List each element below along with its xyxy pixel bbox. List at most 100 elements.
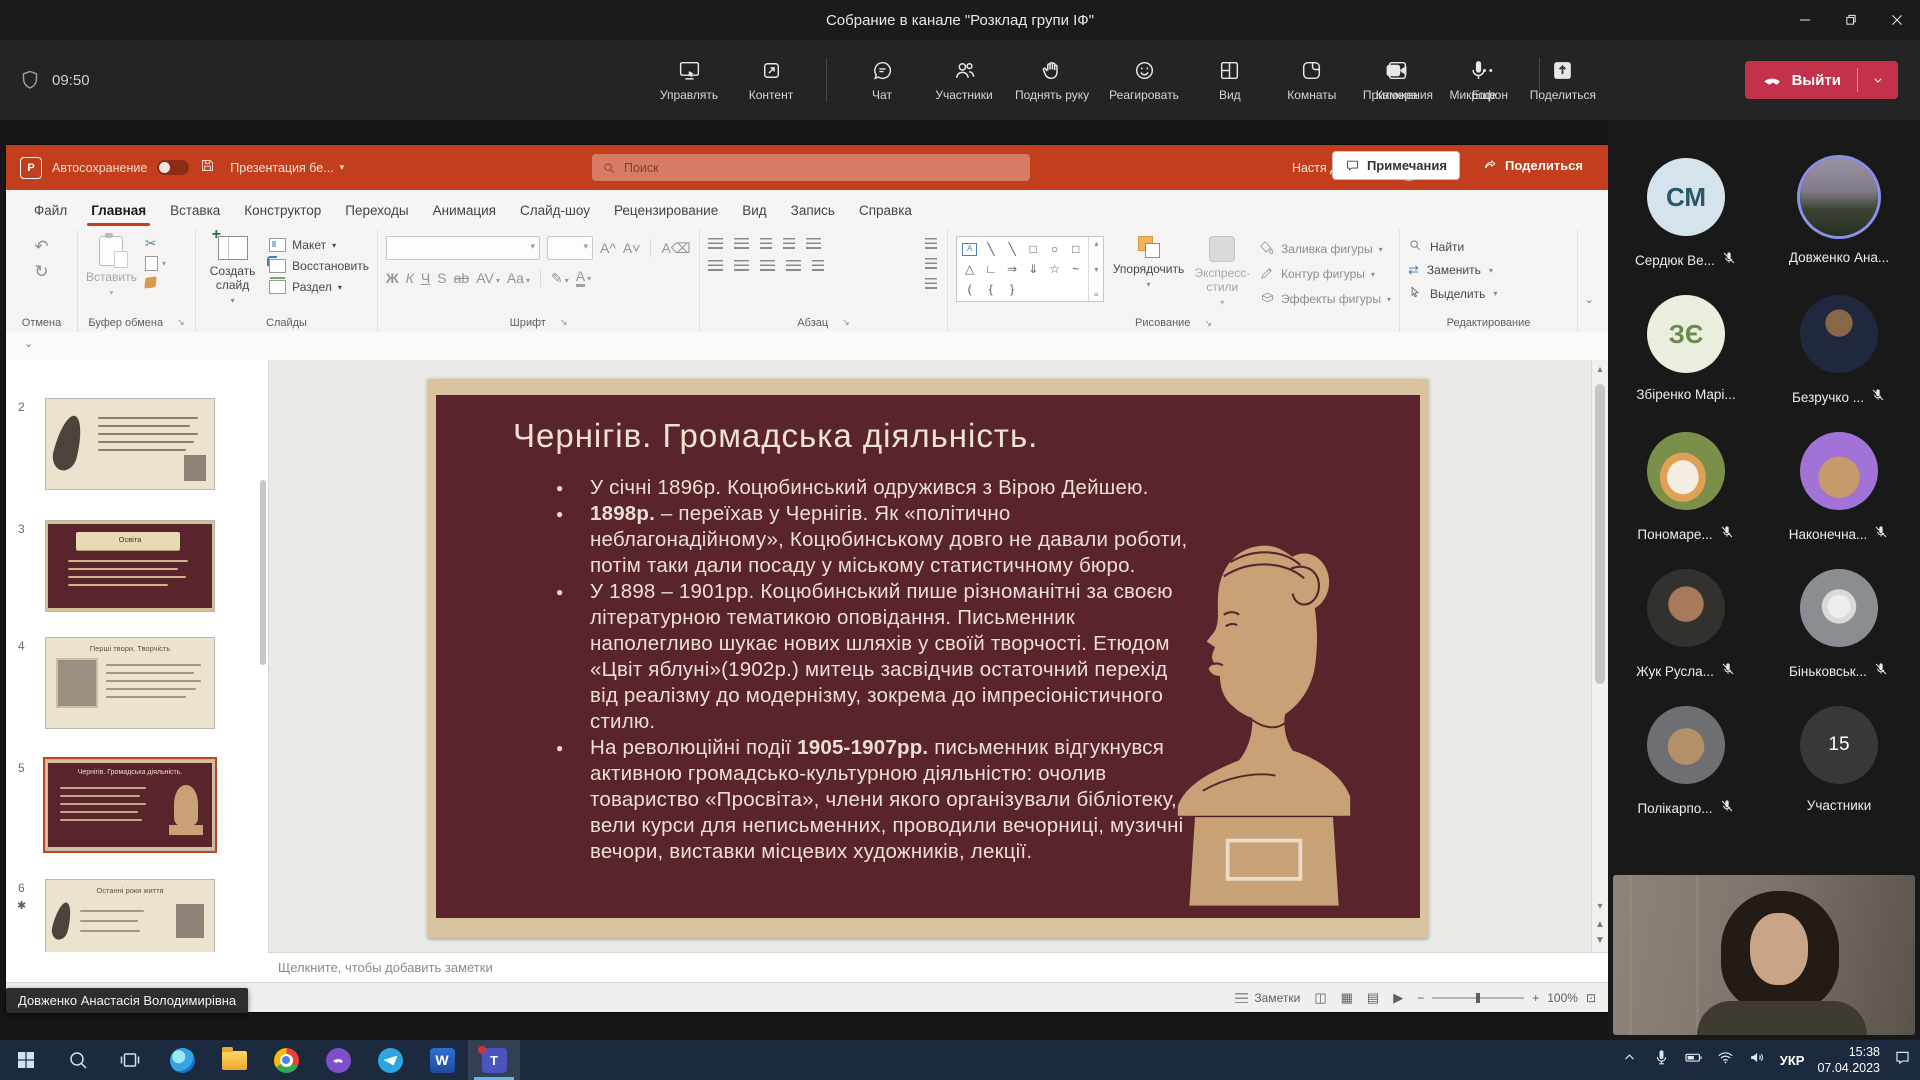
participant-tile[interactable]: СМСердюк Ве... [1611, 150, 1761, 287]
scroll-up-icon[interactable]: ▴ [1592, 364, 1608, 375]
search-input[interactable]: Поиск [592, 154, 1030, 181]
shape-outline-button[interactable]: Контур фигуры▾ [1260, 265, 1375, 283]
slide-thumbnail[interactable]: Перші твори. Творчість [45, 637, 215, 729]
shape-icon[interactable]: □ [1030, 243, 1037, 255]
dialog-launcher-icon[interactable]: ↘ [560, 317, 568, 328]
scrollbar-thumb[interactable] [1595, 384, 1605, 684]
search-icon[interactable] [52, 1040, 104, 1080]
chevron-down-icon[interactable]: ⌄ [24, 337, 33, 350]
normal-view-icon[interactable]: ◫ [1314, 990, 1326, 1006]
font-name-select[interactable] [386, 236, 540, 260]
shape-icon[interactable]: △ [965, 263, 974, 275]
autosave-toggle[interactable] [157, 160, 189, 175]
slide-scrollbar[interactable]: ▴ ▾ ▲ ▼ [1591, 360, 1608, 952]
previous-slide-icon[interactable]: ▲ [1592, 919, 1608, 930]
underline-icon[interactable]: Ч [421, 271, 430, 285]
columns-icon[interactable] [812, 260, 824, 272]
select-button[interactable]: Выделить▾ [1408, 285, 1497, 302]
tray-wifi-icon[interactable] [1716, 1048, 1735, 1072]
tab-7[interactable]: Рецензирование [602, 190, 730, 230]
participant-tile[interactable]: Біньковськ... [1764, 561, 1914, 698]
toolbar-react[interactable]: Реагировать [1103, 44, 1185, 116]
slide-thumbnail[interactable] [45, 398, 215, 490]
align-text-icon[interactable] [925, 258, 937, 270]
font-color-icon[interactable]: А▾ [576, 269, 591, 287]
zoom-out-icon[interactable]: − [1417, 991, 1424, 1005]
scroll-down-icon[interactable]: ▾ [1592, 901, 1608, 912]
paste-button[interactable]: Вставить ▾ [86, 236, 137, 297]
slide-thumbnail[interactable]: Чернігів. Громадська діяльність. [45, 759, 215, 851]
quick-styles-button[interactable]: Экспресс-стили ▾ [1193, 236, 1252, 307]
cut-icon[interactable]: ✂ [145, 236, 157, 250]
shape-icon[interactable]: } [1010, 283, 1014, 295]
participant-tile[interactable]: Наконечна... [1764, 424, 1914, 561]
arrange-button[interactable]: Упорядочить ▾ [1112, 236, 1184, 289]
numbering-icon[interactable] [734, 238, 749, 250]
notes-toggle[interactable]: Заметки [1235, 991, 1300, 1005]
dialog-launcher-icon[interactable]: ↘ [1204, 318, 1212, 329]
shape-icon[interactable]: ( [968, 283, 972, 295]
highlight-icon[interactable]: ✎▾ [551, 271, 569, 285]
slide-canvas[interactable]: Чернігів. Громадська діяльність. У січні… [428, 379, 1428, 938]
viber-icon[interactable] [312, 1040, 364, 1080]
strikethrough-icon[interactable]: ab [454, 271, 470, 285]
participant-tile[interactable]: 15Участники [1764, 698, 1914, 835]
comments-button[interactable]: Примечания [1332, 151, 1460, 180]
tab-2[interactable]: Вставка [158, 190, 232, 230]
word-icon[interactable]: W [416, 1040, 468, 1080]
document-name[interactable]: Презентация бе... ▾ [230, 161, 344, 175]
slide-sorter-icon[interactable]: ▦ [1341, 990, 1353, 1006]
ppt-share-button[interactable]: Поделиться [1470, 151, 1596, 180]
shape-icon[interactable]: { [989, 283, 993, 295]
toolbar-mic[interactable]: Микрофон [1442, 44, 1516, 116]
toolbar-raise-hand[interactable]: Поднять руку [1009, 44, 1095, 116]
tab-0[interactable]: Файл [22, 190, 79, 230]
participant-tile[interactable]: Жук Русла... [1611, 561, 1761, 698]
new-slide-button[interactable]: Создать слайд ▾ [204, 236, 261, 305]
format-painter-icon[interactable] [145, 277, 156, 288]
tray-volume-icon[interactable] [1748, 1048, 1767, 1072]
align-left-icon[interactable] [708, 260, 723, 272]
decrease-indent-icon[interactable] [760, 238, 772, 250]
file-explorer-icon[interactable] [208, 1040, 260, 1080]
tray-microphone-icon[interactable] [1652, 1048, 1671, 1072]
zoom-slider[interactable] [1432, 997, 1524, 999]
toolbar-view[interactable]: Вид [1193, 44, 1267, 116]
zoom-in-icon[interactable]: + [1532, 991, 1539, 1005]
reading-view-icon[interactable]: ▤ [1367, 990, 1379, 1006]
section-button[interactable]: Раздел▾ [269, 280, 342, 294]
language-indicator[interactable]: УКР [1780, 1053, 1805, 1068]
participant-tile[interactable]: Довженко Ана... [1764, 150, 1914, 287]
tab-8[interactable]: Вид [730, 190, 778, 230]
tab-1[interactable]: Главная [79, 190, 158, 230]
chrome-icon[interactable] [260, 1040, 312, 1080]
next-slide-icon[interactable]: ▼ [1592, 935, 1608, 946]
bold-icon[interactable]: Ж [386, 271, 399, 285]
start-icon[interactable] [0, 1040, 52, 1080]
font-size-select[interactable] [547, 236, 593, 260]
replace-button[interactable]: ⇄Заменить▾ [1408, 262, 1493, 278]
tab-10[interactable]: Справка [847, 190, 924, 230]
leave-button[interactable]: Выйти [1745, 61, 1898, 99]
webcam-video[interactable] [1613, 875, 1915, 1035]
thumbnail-panel[interactable]: 23Освіта4Перші твори. Творчість5Чернігів… [6, 360, 269, 952]
clock[interactable]: 15:38 07.04.2023 [1817, 1044, 1880, 1077]
toolbar-participants[interactable]: Участники [927, 44, 1001, 116]
toolbar-camera[interactable]: Камера [1360, 44, 1434, 116]
slide-thumbnail[interactable]: Освіта [45, 520, 215, 612]
justify-icon[interactable] [786, 260, 801, 272]
tray-battery-icon[interactable] [1684, 1048, 1703, 1072]
edge-icon[interactable] [156, 1040, 208, 1080]
toolbar-rooms[interactable]: Комнаты [1275, 44, 1349, 116]
participant-tile[interactable]: ЗЄЗбіренко Марі... [1611, 287, 1761, 424]
leave-chevron-icon[interactable] [1858, 72, 1898, 88]
dialog-launcher-icon[interactable]: ↘ [842, 317, 850, 328]
tab-9[interactable]: Запись [779, 190, 847, 230]
shape-icon[interactable]: □ [1072, 243, 1079, 255]
participant-tile[interactable]: Безручко ... [1764, 287, 1914, 424]
tab-6[interactable]: Слайд-шоу [508, 190, 602, 230]
slide-title[interactable]: Чернігів. Громадська діяльність. [513, 417, 1038, 455]
minimize-icon[interactable] [1782, 0, 1828, 40]
text-shadow-icon[interactable]: S [437, 271, 446, 285]
tab-3[interactable]: Конструктор [232, 190, 333, 230]
